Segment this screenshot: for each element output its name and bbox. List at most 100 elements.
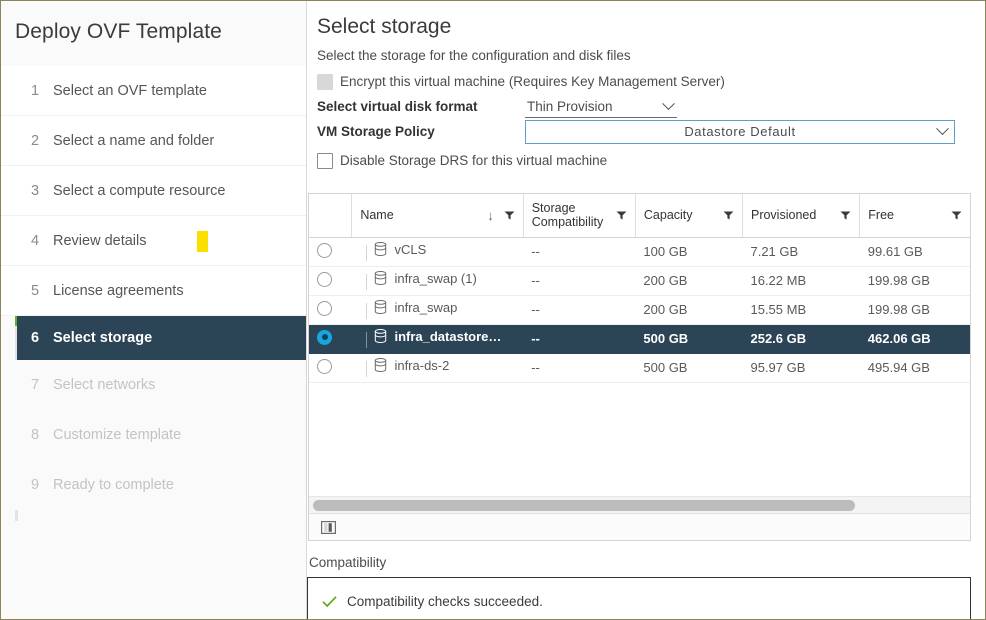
step-number: 6 [31, 330, 40, 346]
datastore-icon [375, 271, 387, 286]
row-provisioned-cell: 252.6 GB [742, 324, 860, 354]
row-storage-compatibility-cell: -- [523, 324, 636, 354]
check-icon [322, 595, 337, 607]
filter-icon[interactable] [616, 211, 627, 220]
sidebar-step-6-select-storage[interactable]: 6 Select storage [17, 316, 306, 360]
row-free-cell: 462.06 GB [859, 324, 970, 354]
table-body: vCLS -- 100 GB 7.21 GB 99.61 GB infra_sw… [309, 237, 970, 383]
datastore-name: infra_datastore… [394, 328, 502, 344]
row-free-cell: 99.61 GB [859, 237, 970, 267]
cell-divider [365, 332, 367, 349]
step-number: 2 [31, 132, 40, 149]
row-name-cell: infra_datastore… [351, 324, 524, 354]
provisioned-column-label: Provisioned [750, 207, 817, 222]
capacity-column-label: Capacity [643, 207, 693, 222]
row-storage-compatibility-cell: -- [523, 266, 636, 296]
highlight-marker [197, 231, 208, 252]
datastore-grid: Name ↓ Storage Compatibility Capacity Pr… [309, 194, 970, 383]
capacity-column-header[interactable]: Capacity [634, 194, 743, 238]
step-number: 7 [31, 377, 40, 393]
sidebar-step-9: 9 Ready to complete [1, 460, 306, 510]
storage-policy-select[interactable]: Datastore Default [525, 119, 955, 144]
row-select-cell[interactable] [309, 353, 352, 383]
name-column-header[interactable]: Name ↓ [351, 194, 524, 238]
row-name-cell: infra_swap [351, 295, 524, 325]
row-capacity-cell: 200 GB [635, 295, 743, 325]
sort-ascending-icon[interactable]: ↓ [487, 208, 494, 223]
storage-policy-label: VM Storage Policy [317, 124, 435, 139]
column-layout-icon[interactable] [321, 520, 336, 534]
datastore-name: infra_swap (1) [394, 270, 477, 286]
provisioned-column-header[interactable]: Provisioned [741, 194, 860, 238]
disk-format-row: Select virtual disk format Thin Provisio… [317, 94, 971, 119]
wizard-title: Deploy OVF Template [1, 1, 306, 44]
row-select-cell[interactable] [309, 266, 352, 296]
row-select-cell[interactable] [309, 324, 352, 354]
step-label: Select a compute resource [53, 182, 226, 199]
name-column-label: Name [360, 207, 394, 222]
encrypt-vm-label: Encrypt this virtual machine (Requires K… [340, 74, 725, 89]
datastore-icon [375, 329, 387, 344]
step-label: Customize template [53, 427, 182, 443]
row-radio-button[interactable] [317, 242, 332, 258]
disable-drs-checkbox[interactable] [317, 152, 333, 169]
step-number: 1 [31, 82, 40, 99]
filter-icon[interactable] [723, 211, 734, 220]
row-provisioned-cell: 16.22 MB [742, 266, 860, 296]
row-radio-button[interactable] [317, 271, 332, 287]
datastore-table: Name ↓ Storage Compatibility Capacity Pr… [308, 193, 971, 541]
table-row[interactable]: infra_swap (1) -- 200 GB 16.22 MB 199.98… [309, 266, 970, 296]
filter-icon[interactable] [504, 211, 515, 220]
table-footer [309, 513, 970, 540]
compatibility-message: Compatibility checks succeeded. [347, 593, 543, 609]
header-row: Name ↓ Storage Compatibility Capacity Pr… [309, 194, 970, 238]
row-name-cell: vCLS [351, 237, 524, 267]
sidebar-step-2[interactable]: 2 Select a name and folder [1, 116, 306, 166]
step-number: 4 [31, 232, 40, 249]
row-storage-compatibility-cell: -- [523, 237, 636, 267]
row-radio-button[interactable] [317, 300, 332, 316]
row-free-cell: 495.94 GB [859, 353, 970, 383]
sidebar-step-1[interactable]: 1 Select an OVF template [1, 66, 306, 116]
row-name-cell: infra-ds-2 [351, 353, 524, 383]
select-column-header [309, 194, 352, 238]
step-number: 5 [31, 282, 40, 299]
disk-format-select[interactable]: Thin Provision [525, 96, 677, 118]
table-row[interactable]: infra-ds-2 -- 500 GB 95.97 GB 495.94 GB [309, 353, 970, 383]
step-label: Review details [53, 232, 147, 249]
disk-format-label: Select virtual disk format [317, 99, 478, 114]
sidebar-step-3[interactable]: 3 Select a compute resource [1, 166, 306, 216]
row-select-cell[interactable] [309, 295, 352, 325]
row-capacity-cell: 100 GB [635, 237, 743, 267]
page-title: Select storage [317, 15, 452, 38]
row-radio-button[interactable] [317, 358, 332, 374]
sidebar-step-8: 8 Customize template [1, 410, 306, 460]
table-row-selected[interactable]: infra_datastore… -- 500 GB 252.6 GB 462.… [309, 324, 970, 354]
datastore-name: vCLS [394, 241, 427, 257]
cell-divider [365, 245, 367, 262]
wizard-sidebar: Deploy OVF Template 1 Select an OVF temp… [1, 1, 307, 619]
sidebar-step-5[interactable]: 5 License agreements [1, 266, 306, 316]
encrypt-vm-row: Encrypt this virtual machine (Requires K… [317, 69, 971, 94]
table-row[interactable]: infra_swap -- 200 GB 15.55 MB 199.98 GB [309, 295, 970, 325]
free-column-label: Free [868, 207, 894, 222]
storage-compatibility-column-header[interactable]: Storage Compatibility [522, 194, 636, 238]
table-horizontal-scrollbar[interactable] [309, 496, 970, 513]
scrollbar-thumb[interactable] [313, 500, 855, 511]
disable-drs-row: Disable Storage DRS for this virtual mac… [317, 148, 971, 173]
row-capacity-cell: 500 GB [635, 353, 743, 383]
free-column-header[interactable]: Free [859, 194, 970, 238]
table-row[interactable]: vCLS -- 100 GB 7.21 GB 99.61 GB [309, 237, 970, 267]
main-panel: Select storage Select the storage for th… [307, 1, 985, 619]
sidebar-step-4[interactable]: 4 Review details [1, 216, 306, 266]
storage-options-form: Encrypt this virtual machine (Requires K… [307, 63, 971, 173]
row-radio-button-selected[interactable] [317, 329, 332, 345]
step-number: 3 [31, 182, 40, 199]
row-select-cell[interactable] [309, 237, 352, 267]
step-label: License agreements [53, 282, 184, 299]
step-number: 8 [31, 427, 40, 443]
filter-icon[interactable] [951, 211, 962, 220]
filter-icon[interactable] [840, 211, 851, 220]
storage-compatibility-column-label: Storage Compatibility [531, 200, 604, 230]
chevron-down-icon [936, 122, 949, 136]
